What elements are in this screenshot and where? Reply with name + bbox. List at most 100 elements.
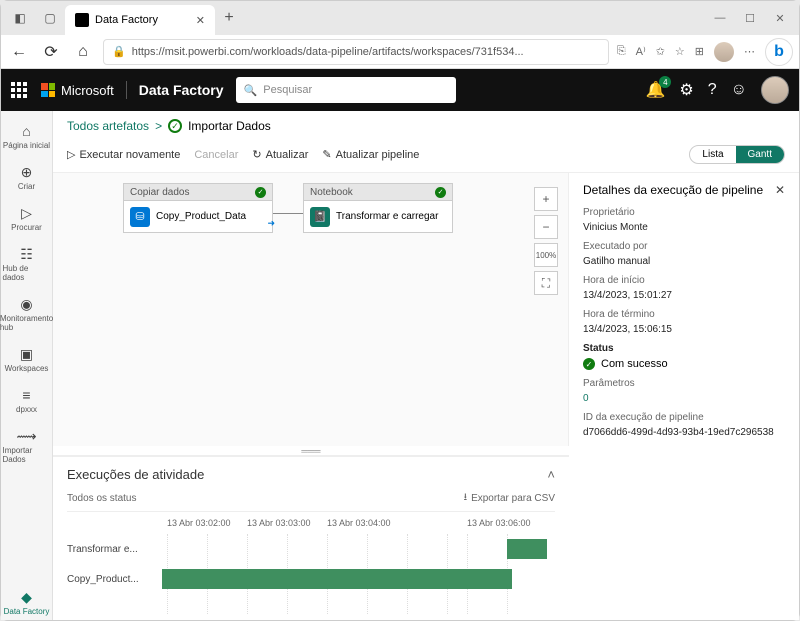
gantt-row-copy[interactable]: Copy_Product... <box>67 564 555 594</box>
tab-title: Data Factory <box>95 14 158 26</box>
close-details-button[interactable]: ✕ <box>775 183 785 197</box>
rail-onelake[interactable]: ☷Hub de dados <box>3 240 51 286</box>
runid-value: d7066dd6-499d-4d93-93b4-19ed7c296538 <box>583 427 785 438</box>
favorite-icon[interactable]: ✩ <box>656 45 665 58</box>
lock-icon: 🔒 <box>112 45 126 58</box>
edit-icon: ✎ <box>322 148 331 161</box>
address-bar: ← ⟳ ⌂ 🔒 https://msit.powerbi.com/workloa… <box>1 35 799 69</box>
owner-label: Proprietário <box>583 207 785 218</box>
rail-datafactory[interactable]: ◆Data Factory <box>3 583 51 620</box>
zoom-out-button[interactable]: − <box>534 215 558 239</box>
copy-data-node[interactable]: Copiar dados✓ ⛁ Copy_Product_Data ➜ <box>123 183 273 233</box>
success-dot-icon: ✓ <box>583 358 595 370</box>
tabs-icon[interactable]: ▢ <box>39 7 61 29</box>
zoom-reset-button[interactable]: ⛶ <box>534 271 558 295</box>
rail-monitor[interactable]: ◉Monitoramento hub <box>3 290 51 336</box>
pipeline-canvas[interactable]: Copiar dados✓ ⛁ Copy_Product_Data ➜ Note… <box>53 173 569 446</box>
activity-runs: Execuções de atividade ˄ Todos os status… <box>53 456 569 620</box>
owner-value: Vinicius Monte <box>583 222 785 233</box>
params-label: Parâmetros <box>583 378 785 389</box>
product-name: Data Factory <box>139 82 224 98</box>
success-icon: ✓ <box>168 119 182 133</box>
zoom-controls: + − 100% ⛶ <box>534 187 558 295</box>
resizer-handle[interactable]: ═══ <box>53 446 569 456</box>
gantt-row-transform[interactable]: Transformar e... <box>67 534 555 564</box>
workspace-icon: ≡ <box>17 385 37 405</box>
profile-icon[interactable]: ◧ <box>9 7 31 29</box>
play-icon: ▷ <box>67 148 75 161</box>
details-pane: Detalhes da execução de pipeline ✕ Propr… <box>569 173 799 620</box>
search-input[interactable]: 🔍 Pesquisar <box>236 77 456 103</box>
end-value: 13/4/2023, 15:06:15 <box>583 324 785 335</box>
start-label: Hora de início <box>583 275 785 286</box>
search-placeholder: Pesquisar <box>263 84 312 96</box>
start-value: 13/4/2023, 15:01:27 <box>583 290 785 301</box>
settings-icon[interactable]: ⚙ <box>679 80 693 100</box>
output-port-icon[interactable]: ➜ <box>267 218 275 229</box>
rail-dpxxx[interactable]: ≡dpxxx <box>3 381 51 418</box>
runby-label: Executado por <box>583 241 785 252</box>
refresh-pipeline-button[interactable]: ✎Atualizar pipeline <box>322 148 419 161</box>
breadcrumb-current: Importar Dados <box>188 119 271 133</box>
refresh-button[interactable]: ⟳ <box>39 40 63 64</box>
zoom-fit-button[interactable]: 100% <box>534 243 558 267</box>
export-csv-button[interactable]: ⭳ Exportar para CSV <box>464 490 555 507</box>
bing-icon[interactable]: b <box>765 38 793 66</box>
breadcrumb-root[interactable]: Todos artefatos <box>67 119 149 133</box>
window-close-button[interactable]: ✕ <box>765 4 795 32</box>
help-icon[interactable]: ? <box>708 81 717 99</box>
favorites-bar-icon[interactable]: ☆ <box>675 45 685 58</box>
status-label: Status <box>583 343 785 354</box>
browse-icon: ▷ <box>17 203 37 223</box>
plus-circle-icon: ⊕ <box>17 162 37 182</box>
breadcrumb: Todos artefatos > ✓ Importar Dados <box>53 111 799 141</box>
connector <box>273 213 303 214</box>
new-tab-button[interactable]: + <box>215 4 243 32</box>
back-button[interactable]: ← <box>7 40 31 64</box>
read-aloud-icon[interactable]: A⁾ <box>636 45 646 58</box>
waffle-icon[interactable] <box>11 82 29 98</box>
refresh-list-button[interactable]: ↻Atualizar <box>252 148 308 161</box>
rail-home[interactable]: ⌂Página inicial <box>3 117 51 154</box>
browser-titlebar: ◧ ▢ Data Factory ✕ + — ☐ ✕ <box>1 1 799 35</box>
rail-workspaces[interactable]: ▣Workspaces <box>3 340 51 377</box>
notif-badge: 4 <box>659 76 671 88</box>
breadcrumb-sep: > <box>155 119 162 133</box>
app-bar: Microsoft Data Factory 🔍 Pesquisar 🔔4 ⚙ … <box>1 69 799 111</box>
chevron-up-icon[interactable]: ˄ <box>547 467 555 482</box>
details-title: Detalhes da execução de pipeline <box>583 183 763 197</box>
notebook-node[interactable]: Notebook✓ 📓 Transformar e carregar <box>303 183 453 233</box>
tab-favicon <box>75 13 89 27</box>
home-button[interactable]: ⌂ <box>71 40 95 64</box>
microsoft-icon <box>41 83 55 97</box>
left-rail: ⌂Página inicial ⊕Criar ▷Procurar ☷Hub de… <box>1 111 53 620</box>
url-input[interactable]: 🔒 https://msit.powerbi.com/workloads/dat… <box>103 39 609 65</box>
status-filter[interactable]: Todos os status <box>67 493 136 504</box>
browser-avatar[interactable] <box>714 42 734 62</box>
rail-create[interactable]: ⊕Criar <box>3 158 51 195</box>
view-toggle: Lista Gantt <box>689 145 785 164</box>
feedback-icon[interactable]: ☺ <box>731 81 747 99</box>
rail-import[interactable]: ⟿Importar Dados <box>3 422 51 468</box>
copy-url-icon[interactable]: ⎘ <box>617 45 626 58</box>
tab-close-icon[interactable]: ✕ <box>196 14 205 27</box>
browser-tab[interactable]: Data Factory ✕ <box>65 5 215 35</box>
refresh-icon: ↻ <box>252 148 261 161</box>
gantt-bar-copy <box>162 569 512 589</box>
params-value[interactable]: 0 <box>583 393 785 404</box>
view-gantt[interactable]: Gantt <box>736 146 784 163</box>
view-list[interactable]: Lista <box>690 146 735 163</box>
datafactory-icon: ◆ <box>17 587 37 607</box>
toolbar: ▷Executar novamente Cancelar ↻Atualizar … <box>53 141 799 173</box>
notifications-button[interactable]: 🔔4 <box>645 80 665 100</box>
rerun-button[interactable]: ▷Executar novamente <box>67 148 180 161</box>
check-icon: ✓ <box>435 187 446 198</box>
window-minimize-button[interactable]: — <box>705 4 735 32</box>
runby-value: Gatilho manual <box>583 256 785 267</box>
window-maximize-button[interactable]: ☐ <box>735 4 765 32</box>
more-icon[interactable]: ⋯ <box>744 45 755 58</box>
zoom-in-button[interactable]: + <box>534 187 558 211</box>
extensions-icon[interactable]: ⊞ <box>695 45 704 58</box>
user-avatar[interactable] <box>761 76 789 104</box>
rail-browse[interactable]: ▷Procurar <box>3 199 51 236</box>
